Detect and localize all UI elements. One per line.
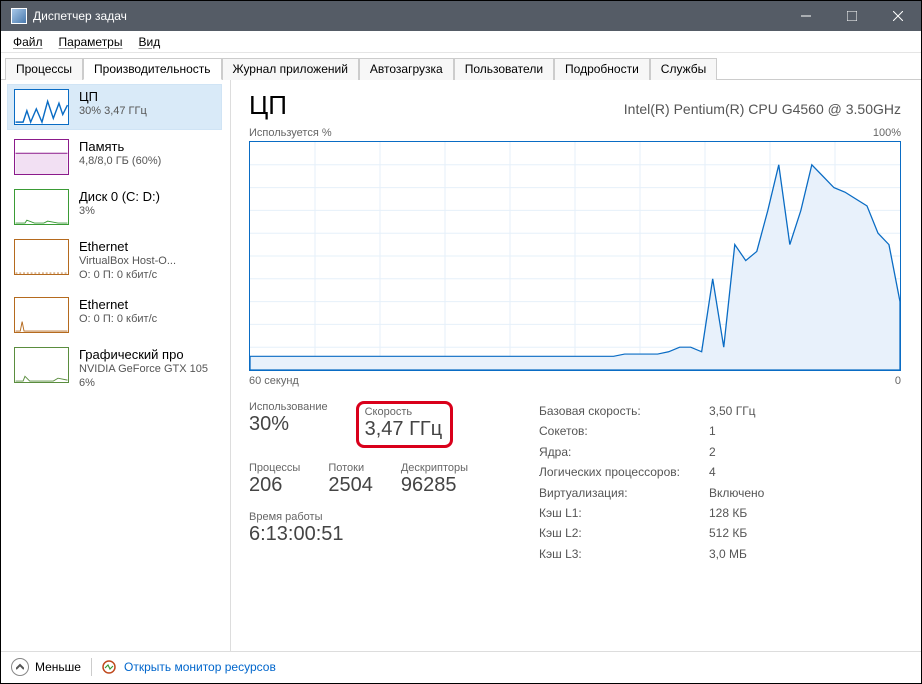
sidebar-eth1-sub2: О: 0 П: 0 кбит/с bbox=[79, 269, 176, 283]
tab-users[interactable]: Пользователи bbox=[454, 58, 554, 80]
processes-label: Процессы bbox=[249, 462, 300, 474]
processes-value: 206 bbox=[249, 474, 300, 497]
ethernet-thumb-icon bbox=[14, 297, 69, 333]
sockets-key: Сокетов: bbox=[539, 421, 709, 441]
gpu-thumb-icon bbox=[14, 347, 69, 383]
sidebar-item-disk[interactable]: Диск 0 (C: D:) 3% bbox=[7, 184, 222, 230]
minimize-button[interactable] bbox=[783, 1, 829, 31]
cpu-model: Intel(R) Pentium(R) CPU G4560 @ 3.50GHz bbox=[624, 101, 901, 117]
sidebar-item-cpu[interactable]: ЦП 30% 3,47 ГГц bbox=[7, 84, 222, 130]
sidebar-disk-sub: 3% bbox=[79, 205, 160, 219]
sidebar-item-gpu[interactable]: Графический про NVIDIA GeForce GTX 105 6… bbox=[7, 342, 222, 396]
l1-key: Кэш L1: bbox=[539, 503, 709, 523]
sidebar-mem-title: Память bbox=[79, 139, 161, 155]
cores-key: Ядра: bbox=[539, 442, 709, 462]
chart-x-left: 60 секунд bbox=[249, 375, 299, 387]
menu-file[interactable]: Файл bbox=[13, 35, 43, 49]
sidebar: ЦП 30% 3,47 ГГц Память 4,8/8,0 ГБ (60%) … bbox=[1, 80, 231, 651]
uptime-label: Время работы bbox=[249, 511, 344, 523]
l1-val: 128 КБ bbox=[709, 503, 747, 523]
collapse-icon[interactable] bbox=[11, 658, 29, 676]
sidebar-disk-title: Диск 0 (C: D:) bbox=[79, 189, 160, 205]
sockets-val: 1 bbox=[709, 421, 716, 441]
sidebar-item-ethernet-1[interactable]: Ethernet VirtualBox Host-O... О: 0 П: 0 … bbox=[7, 234, 222, 288]
speed-highlight: Скорость 3,47 ГГц bbox=[356, 401, 454, 448]
memory-thumb-icon bbox=[14, 139, 69, 175]
sidebar-gpu-sub2: 6% bbox=[79, 377, 208, 391]
threads-value: 2504 bbox=[328, 474, 373, 497]
menu-view[interactable]: Вид bbox=[138, 35, 160, 49]
sidebar-mem-sub: 4,8/8,0 ГБ (60%) bbox=[79, 155, 161, 169]
close-button[interactable] bbox=[875, 1, 921, 31]
cpu-usage-chart bbox=[249, 141, 901, 371]
monitor-icon bbox=[102, 660, 116, 674]
chart-y-max: 100% bbox=[873, 127, 901, 139]
maximize-button[interactable] bbox=[829, 1, 875, 31]
tab-performance[interactable]: Производительность bbox=[83, 58, 221, 80]
tab-services[interactable]: Службы bbox=[650, 58, 717, 80]
usage-value: 30% bbox=[249, 413, 328, 436]
menu-options[interactable]: Параметры bbox=[59, 35, 123, 49]
sidebar-eth2-sub: О: 0 П: 0 кбит/с bbox=[79, 313, 157, 327]
sidebar-eth2-title: Ethernet bbox=[79, 297, 157, 313]
sidebar-eth1-title: Ethernet bbox=[79, 239, 176, 255]
l3-key: Кэш L3: bbox=[539, 544, 709, 564]
speed-label: Скорость bbox=[365, 406, 443, 418]
tab-processes[interactable]: Процессы bbox=[5, 58, 83, 80]
l3-val: 3,0 МБ bbox=[709, 544, 747, 564]
sidebar-item-memory[interactable]: Память 4,8/8,0 ГБ (60%) bbox=[7, 134, 222, 180]
sidebar-cpu-sub: 30% 3,47 ГГц bbox=[79, 105, 147, 119]
open-resource-monitor-link[interactable]: Открыть монитор ресурсов bbox=[124, 660, 276, 674]
sidebar-item-ethernet-2[interactable]: Ethernet О: 0 П: 0 кбит/с bbox=[7, 292, 222, 338]
page-title: ЦП bbox=[249, 90, 287, 121]
basespeed-val: 3,50 ГГц bbox=[709, 401, 756, 421]
tab-details[interactable]: Подробности bbox=[554, 58, 650, 80]
tabbar: Процессы Производительность Журнал прило… bbox=[1, 53, 921, 80]
main-panel: ЦП Intel(R) Pentium(R) CPU G4560 @ 3.50G… bbox=[231, 80, 921, 651]
threads-label: Потоки bbox=[328, 462, 373, 474]
usage-label: Использование bbox=[249, 401, 328, 413]
window-title: Диспетчер задач bbox=[33, 9, 783, 23]
less-button[interactable]: Меньше bbox=[35, 660, 81, 674]
uptime-value: 6:13:00:51 bbox=[249, 523, 344, 546]
virt-val: Включено bbox=[709, 483, 764, 503]
handles-value: 96285 bbox=[401, 474, 468, 497]
sidebar-cpu-title: ЦП bbox=[79, 89, 147, 105]
sidebar-gpu-title: Графический про bbox=[79, 347, 208, 363]
l2-val: 512 КБ bbox=[709, 523, 747, 543]
basespeed-key: Базовая скорость: bbox=[539, 401, 709, 421]
ethernet-thumb-icon bbox=[14, 239, 69, 275]
titlebar[interactable]: Диспетчер задач bbox=[1, 1, 921, 31]
app-icon bbox=[11, 8, 27, 24]
logical-key: Логических процессоров: bbox=[539, 462, 709, 482]
sidebar-eth1-sub: VirtualBox Host-O... bbox=[79, 255, 176, 269]
logical-val: 4 bbox=[709, 462, 716, 482]
chart-y-label: Используется % bbox=[249, 127, 332, 139]
speed-value: 3,47 ГГц bbox=[365, 418, 443, 441]
cores-val: 2 bbox=[709, 442, 716, 462]
footer: Меньше Открыть монитор ресурсов bbox=[1, 651, 921, 681]
handles-label: Дескрипторы bbox=[401, 462, 468, 474]
sidebar-gpu-sub: NVIDIA GeForce GTX 105 bbox=[79, 363, 208, 377]
virt-key: Виртуализация: bbox=[539, 483, 709, 503]
separator bbox=[91, 658, 92, 676]
menubar: Файл Параметры Вид bbox=[1, 31, 921, 53]
chart-x-right: 0 bbox=[895, 375, 901, 387]
disk-thumb-icon bbox=[14, 189, 69, 225]
l2-key: Кэш L2: bbox=[539, 523, 709, 543]
tab-startup[interactable]: Автозагрузка bbox=[359, 58, 454, 80]
cpu-thumb-icon bbox=[14, 89, 69, 125]
tab-apphistory[interactable]: Журнал приложений bbox=[222, 58, 359, 80]
